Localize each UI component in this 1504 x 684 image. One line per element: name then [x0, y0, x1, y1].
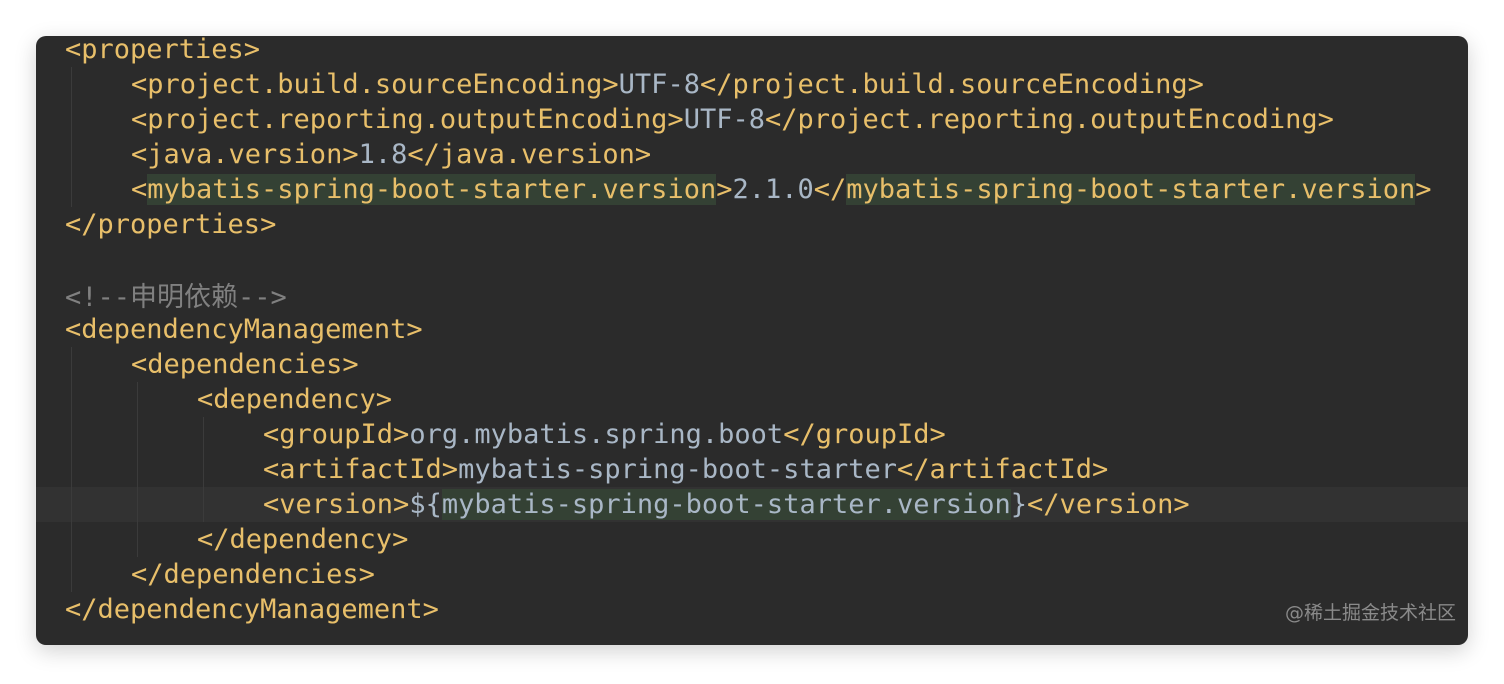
code-line[interactable]: <java.version> 1.8 </java.version> — [36, 137, 1468, 172]
indent-guide — [137, 382, 138, 557]
xml-tag: > — [716, 174, 733, 205]
indent-guide — [203, 417, 204, 522]
code-line[interactable]: <version> ${mybatis-spring-boot-starter.v… — [36, 487, 1468, 522]
xml-tag: <java.version> — [131, 139, 359, 170]
xml-tag: </dependencyManagement> — [65, 594, 439, 625]
xml-value: 1.8 — [358, 139, 408, 170]
xml-value: UTF-8 — [683, 104, 765, 135]
code-line[interactable]: </dependency> — [36, 522, 1468, 557]
xml-tag: </java.version> — [407, 139, 652, 170]
code-line[interactable]: <project.reporting.outputEncoding> UTF-8 <… — [36, 102, 1468, 137]
xml-tag: <version> — [263, 489, 410, 520]
xml-tag: </ — [813, 174, 847, 205]
code-line[interactable]: </dependencyManagement> — [36, 592, 1468, 627]
xml-tag: <project.build.sourceEncoding> — [131, 69, 619, 100]
code-line[interactable]: </dependencies> — [36, 557, 1468, 592]
xml-tag: </project.reporting.outputEncoding> — [764, 104, 1334, 135]
xml-value: mybatis-spring-boot-starter — [458, 454, 897, 485]
code-line[interactable]: <properties> — [36, 36, 1468, 67]
xml-tag: < — [131, 174, 148, 205]
xml-tag: mybatis-spring-boot-starter.version — [846, 174, 1416, 205]
xml-value: 2.1.0 — [732, 174, 814, 205]
xml-tag: <dependencyManagement> — [65, 314, 423, 345]
code-line[interactable]: <groupId> org.mybatis.spring.boot </groupI… — [36, 417, 1468, 452]
watermark: @稀土掘金技术社区 — [1284, 602, 1456, 624]
code-line[interactable] — [36, 242, 1468, 277]
indent-guide — [71, 347, 72, 592]
code-line[interactable]: <dependencies> — [36, 347, 1468, 382]
code-line[interactable]: <!--申明依赖--> — [36, 277, 1468, 313]
xml-value: } — [1010, 489, 1028, 520]
xml-tag: <project.reporting.outputEncoding> — [131, 104, 684, 135]
xml-value: ${ — [409, 489, 442, 520]
xml-tag: > — [1415, 174, 1432, 205]
code-line[interactable]: < mybatis-spring-boot-starter.version >2.1… — [36, 172, 1468, 207]
code-area[interactable]: <properties> <project.build.sourceEncodin… — [36, 36, 1468, 645]
xml-tag: </groupId> — [783, 419, 946, 450]
code-line[interactable]: <dependencyManagement> — [36, 312, 1468, 347]
xml-value: UTF-8 — [618, 69, 700, 100]
code-line[interactable]: </properties> — [36, 207, 1468, 242]
code-line[interactable]: <artifactId> mybatis-spring-boot-starter <… — [36, 452, 1468, 487]
xml-tag: </dependencies> — [131, 559, 375, 590]
xml-tag: <dependencies> — [131, 349, 359, 380]
xml-tag: </dependency> — [197, 524, 409, 555]
xml-value: org.mybatis.spring.boot — [409, 419, 784, 450]
code-comment: <!--申明依赖--> — [65, 282, 287, 313]
xml-tag: </properties> — [65, 209, 277, 240]
indent-guide — [71, 67, 72, 207]
xml-tag: mybatis-spring-boot-starter.version — [147, 174, 717, 205]
xml-tag: </version> — [1027, 489, 1190, 520]
code-line[interactable]: <project.build.sourceEncoding> UTF-8 </pro… — [36, 67, 1468, 102]
xml-tag: <groupId> — [263, 419, 410, 450]
xml-tag: </artifactId> — [896, 454, 1109, 485]
xml-tag: <artifactId> — [263, 454, 459, 485]
xml-value: mybatis-spring-boot-starter.version — [441, 489, 1011, 520]
xml-tag: <properties> — [65, 36, 261, 65]
code-line[interactable]: <dependency> — [36, 382, 1468, 417]
code-editor[interactable]: <properties> <project.build.sourceEncodin… — [36, 36, 1468, 645]
xml-tag: </project.build.sourceEncoding> — [699, 69, 1204, 100]
xml-tag: <dependency> — [197, 384, 393, 415]
